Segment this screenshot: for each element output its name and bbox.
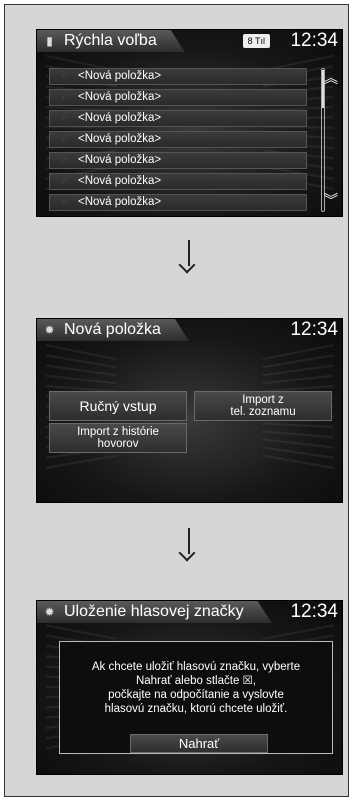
title-bar: ✹ Uloženie hlasovej značky 12:34 — [37, 601, 342, 623]
import-phonebook-button[interactable]: Import z tel. zoznamu — [194, 391, 332, 421]
gear-icon: ✹ — [44, 323, 55, 337]
entry-icon: ◜ — [62, 199, 66, 210]
clock: 12:34 — [290, 601, 338, 622]
speed-dial-screen: ▮ Rýchla voľba 8 Tıl 12:34 ◜ <Nová položk… — [36, 29, 343, 217]
scroll-down-icon[interactable]: ︾ — [324, 190, 338, 210]
dialog-message: Ak chcete uložiť hlasovú značku, vyberte… — [91, 661, 301, 715]
signal-status-icon: 8 Tıl — [242, 34, 270, 48]
entry-icon: ◜ — [62, 136, 66, 147]
down-arrow-icon — [178, 240, 199, 274]
voice-tag-dialog: Ak chcete uložiť hlasovú značku, vyberte… — [59, 641, 333, 754]
list-item[interactable]: ◜ <Nová položka> — [49, 131, 307, 148]
clock: 12:34 — [290, 319, 338, 340]
list-item[interactable]: ◜ <Nová položka> — [49, 110, 307, 127]
entry-icon: ◜ — [62, 178, 66, 189]
illustration-panel: ▮ Rýchla voľba 8 Tıl 12:34 ◜ <Nová položk… — [4, 4, 349, 797]
down-arrow-icon — [178, 528, 199, 562]
entry-icon: ◜ — [62, 115, 66, 126]
list-item[interactable]: ◜ <Nová položka> — [49, 152, 307, 169]
import-call-history-button[interactable]: Import z histórie hovorov — [49, 423, 187, 453]
screen-title: Rýchla voľba — [64, 32, 157, 49]
gear-icon: ✹ — [44, 605, 55, 619]
new-entry-screen: ✹ Nová položka 12:34 Ručný vstup Import … — [36, 318, 343, 503]
list-item[interactable]: ◜ <Nová položka> — [49, 194, 307, 211]
list-item[interactable]: ◜ <Nová položka> — [49, 173, 307, 190]
entry-icon: ◜ — [62, 73, 66, 84]
title-bar: ✹ Nová položka 12:34 — [37, 319, 342, 341]
list-item[interactable]: ◜ <Nová položka> — [49, 68, 307, 85]
list-item[interactable]: ◜ <Nová položka> — [49, 89, 307, 106]
screen-title: Nová položka — [64, 321, 161, 338]
title-bar: ▮ Rýchla voľba 8 Tıl 12:34 — [37, 30, 342, 52]
manual-entry-button[interactable]: Ručný vstup — [49, 391, 187, 421]
entry-icon: ◜ — [62, 157, 66, 168]
scroll-up-icon[interactable]: ︽ — [324, 68, 338, 88]
entry-icon: ◜ — [62, 94, 66, 105]
screen-title: Uloženie hlasovej značky — [64, 603, 244, 620]
phone-icon: ▮ — [46, 34, 53, 48]
record-button[interactable]: Nahrať — [130, 734, 268, 753]
clock: 12:34 — [290, 30, 338, 51]
voice-tag-screen: ✹ Uloženie hlasovej značky 12:34 Ak chce… — [36, 600, 343, 775]
